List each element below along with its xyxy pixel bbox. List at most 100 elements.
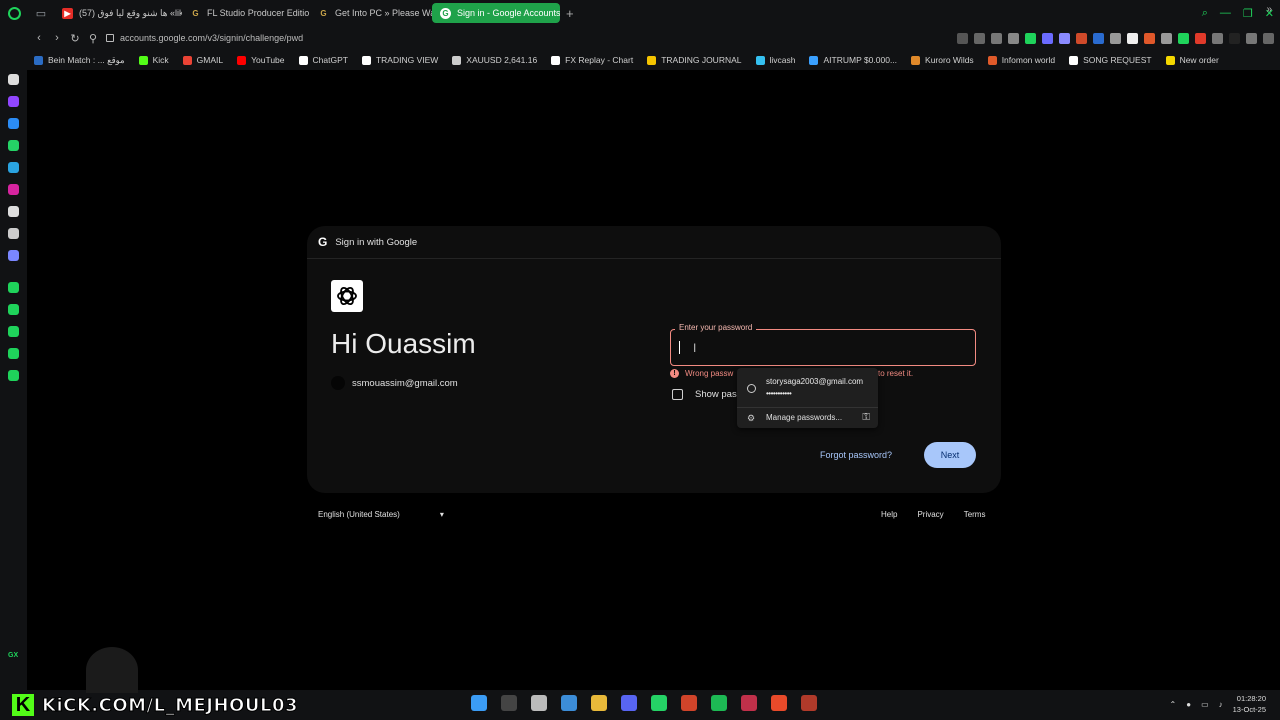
extension-icon[interactable] bbox=[1195, 32, 1206, 44]
bookmark-favicon-icon bbox=[809, 55, 819, 65]
google-favicon-icon: G bbox=[440, 7, 451, 19]
privacy-link[interactable]: Privacy bbox=[917, 510, 943, 519]
bookmark-item[interactable]: Bein Match : ... موقع bbox=[34, 55, 125, 66]
twitch-icon[interactable] bbox=[8, 96, 19, 107]
snapshot-icon[interactable] bbox=[974, 32, 985, 44]
chevron-up-icon[interactable]: ⌃ bbox=[1170, 700, 1177, 709]
extension-icon[interactable] bbox=[1110, 32, 1121, 44]
tab-youtube[interactable]: ▶ (57) ها شنو وقع ليا فوق «lik bbox=[54, 3, 182, 23]
help-link[interactable]: Help bbox=[881, 510, 897, 519]
bookmark-item[interactable]: Infomon world bbox=[987, 55, 1055, 65]
messenger-icon[interactable] bbox=[8, 118, 19, 129]
extension-icon[interactable] bbox=[1025, 32, 1036, 44]
bookmark-item[interactable]: XAUUSD 2,641.16 bbox=[452, 55, 537, 65]
telegram-icon[interactable] bbox=[8, 162, 19, 173]
account-chip[interactable]: ssmouassim@gmail.com bbox=[331, 376, 458, 390]
lock-icon bbox=[106, 34, 114, 42]
discord-icon[interactable] bbox=[8, 250, 19, 261]
show-password-toggle[interactable]: Show pas bbox=[672, 389, 737, 400]
instagram-icon[interactable] bbox=[8, 184, 19, 195]
chrome-icon[interactable] bbox=[681, 695, 697, 711]
saved-credential-item[interactable]: storysaga2003@gmail.com ••••••••••• bbox=[737, 373, 878, 403]
bookmark-item[interactable]: YouTube bbox=[237, 55, 285, 65]
extension-icon[interactable] bbox=[1161, 32, 1172, 44]
pin-icon[interactable] bbox=[8, 326, 19, 337]
tab-menu-icon[interactable]: ▭ bbox=[28, 0, 54, 26]
file-explorer-icon[interactable] bbox=[591, 695, 607, 711]
bookmark-item[interactable]: SONG REQUEST bbox=[1069, 55, 1152, 65]
play-icon[interactable] bbox=[991, 32, 1002, 44]
minimize-button[interactable]: — bbox=[1220, 7, 1231, 19]
photos-icon[interactable] bbox=[561, 695, 577, 711]
extension-icon[interactable] bbox=[1042, 32, 1053, 44]
brave-icon[interactable] bbox=[771, 695, 787, 711]
bookmark-favicon-icon bbox=[34, 55, 43, 65]
extension-icon[interactable] bbox=[1178, 32, 1189, 44]
bookmark-item[interactable]: FX Replay - Chart bbox=[551, 55, 633, 65]
next-button[interactable]: Next bbox=[924, 442, 976, 468]
gx-control-icon[interactable] bbox=[8, 74, 19, 85]
bookmarks-overflow-icon[interactable]: » bbox=[1266, 4, 1272, 15]
extension-icon[interactable] bbox=[957, 32, 968, 44]
maximize-button[interactable]: ❐ bbox=[1243, 7, 1253, 20]
search-icon[interactable] bbox=[501, 695, 517, 711]
settings-icon[interactable] bbox=[8, 370, 19, 381]
password-input[interactable] bbox=[670, 329, 976, 366]
bookmark-item[interactable]: GMAIL bbox=[182, 55, 223, 65]
history-icon[interactable] bbox=[8, 348, 19, 359]
spotify-icon[interactable] bbox=[711, 695, 727, 711]
bookmark-item[interactable]: Kick bbox=[138, 55, 169, 65]
bookmark-item[interactable]: New order bbox=[1165, 55, 1219, 65]
new-tab-button[interactable]: + bbox=[560, 6, 580, 21]
bookmark-item[interactable]: livcash bbox=[755, 55, 795, 65]
windows-start-icon[interactable] bbox=[471, 695, 487, 711]
display-icon[interactable]: ▭ bbox=[1201, 700, 1209, 709]
whatsapp-icon[interactable] bbox=[651, 695, 667, 711]
opera-gx-icon[interactable] bbox=[741, 695, 757, 711]
profile-icon[interactable] bbox=[1229, 32, 1240, 44]
discord-icon[interactable] bbox=[621, 695, 637, 711]
tiktok-icon[interactable] bbox=[8, 206, 19, 217]
forgot-password-link[interactable]: Forgot password? bbox=[820, 450, 892, 460]
extension-icon[interactable] bbox=[1144, 32, 1155, 44]
terms-link[interactable]: Terms bbox=[964, 510, 986, 519]
reload-button[interactable]: ↻ bbox=[66, 26, 84, 50]
bookmark-item[interactable]: ChatGPT bbox=[298, 55, 348, 65]
bookmark-item[interactable]: TRADING JOURNAL bbox=[647, 55, 742, 65]
extension-icon[interactable] bbox=[1127, 32, 1138, 44]
download-icon[interactable] bbox=[1246, 32, 1257, 44]
show-password-checkbox[interactable] bbox=[672, 389, 683, 400]
bookmark-favicon-icon bbox=[551, 55, 561, 65]
heart-icon[interactable] bbox=[1008, 32, 1019, 44]
bookmark-favicon-icon bbox=[138, 55, 148, 65]
microphone-icon[interactable]: ● bbox=[1186, 700, 1191, 709]
bookmark-item[interactable]: AITRUMP $0.000... bbox=[809, 55, 897, 65]
extension-icon[interactable] bbox=[1076, 32, 1087, 44]
forward-button[interactable]: › bbox=[48, 26, 66, 50]
back-button[interactable]: ‹ bbox=[30, 26, 48, 50]
url-field[interactable]: accounts.google.com/v3/signin/challenge/… bbox=[106, 33, 303, 43]
extensions-icon[interactable] bbox=[8, 304, 19, 315]
extensions-puzzle-icon[interactable] bbox=[1212, 32, 1223, 44]
gx-corner-icon[interactable] bbox=[8, 282, 19, 293]
app-icon[interactable] bbox=[801, 695, 817, 711]
greeting: Hi Ouassim bbox=[331, 328, 476, 359]
opera-gx-logo-icon[interactable] bbox=[0, 0, 28, 26]
x-icon[interactable] bbox=[8, 228, 19, 239]
extension-icon[interactable] bbox=[1093, 32, 1104, 44]
tab-getintopc[interactable]: G Get Into PC » Please Wait bbox=[310, 3, 432, 23]
bookmark-item[interactable]: Kuroro Wilds bbox=[911, 55, 974, 65]
search-icon[interactable]: ⌕ bbox=[1202, 7, 1208, 20]
extension-icon[interactable] bbox=[1059, 32, 1070, 44]
bookmark-item[interactable]: TRADING VIEW bbox=[361, 55, 438, 65]
clock[interactable]: 01:28:20 13-Oct-25 bbox=[1233, 693, 1266, 715]
manage-passwords-item[interactable]: ⚙ Manage passwords... ⚿ bbox=[737, 410, 878, 426]
site-settings-icon[interactable]: ⚲ bbox=[84, 26, 102, 50]
app-icon[interactable] bbox=[531, 695, 547, 711]
menu-icon[interactable] bbox=[1263, 32, 1274, 44]
tab-fl-studio[interactable]: G FL Studio Producer Editio bbox=[182, 3, 310, 23]
whatsapp-icon[interactable] bbox=[8, 140, 19, 151]
tab-google-signin[interactable]: G Sign in - Google Accounts bbox=[432, 3, 560, 23]
language-select[interactable]: English (United States) ▾ bbox=[318, 510, 444, 519]
volume-icon[interactable]: ♪ bbox=[1219, 700, 1223, 709]
